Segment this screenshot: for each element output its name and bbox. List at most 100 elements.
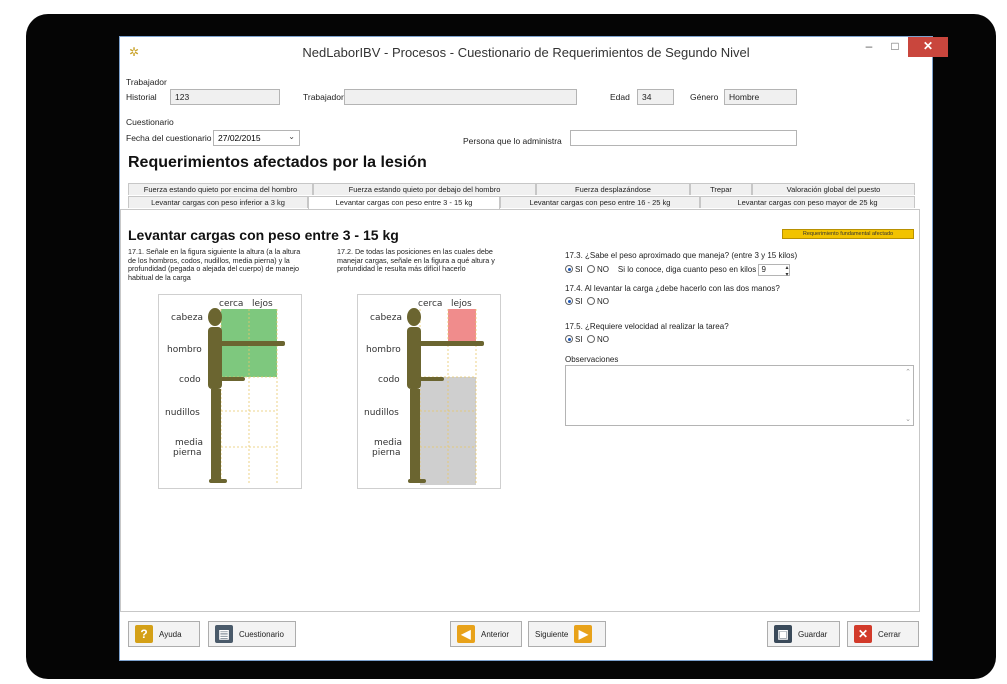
- label-lejos: lejos: [252, 299, 273, 309]
- q5-answer-row: SI NO: [565, 335, 609, 344]
- title-bar: ✲ NedLaborIBV - Procesos - Cuestionario …: [120, 37, 948, 67]
- tab-fuerza-desplazandose[interactable]: Fuerza desplazándose: [536, 183, 690, 195]
- guardar-label: Guardar: [798, 629, 828, 639]
- help-icon: ?: [135, 625, 153, 643]
- q4-no-radio[interactable]: [587, 297, 596, 305]
- highlight-cell[interactable]: [448, 309, 476, 343]
- anterior-button[interactable]: ◀ Anterior: [450, 621, 522, 647]
- question-17-1: 17.1. Señale en la figura siguiente la a…: [128, 247, 301, 282]
- anterior-label: Anterior: [481, 629, 510, 639]
- level-media: media: [175, 438, 203, 448]
- q3-si-radio[interactable]: [565, 265, 573, 274]
- edad-label: Edad: [610, 92, 630, 102]
- tab-inferior-3kg[interactable]: Levantar cargas con peso inferior a 3 kg: [128, 196, 308, 208]
- q3-no-label: NO: [597, 265, 610, 275]
- question-17-4: 17.4. Al levantar la carga ¿debe hacerlo…: [565, 284, 780, 293]
- fecha-label: Fecha del cuestionario: [126, 133, 212, 143]
- tab-fuerza-debajo[interactable]: Fuerza estando quieto por debajo del hom…: [313, 183, 536, 195]
- level-hombro: hombro: [167, 345, 202, 355]
- label-cerca: cerca: [418, 299, 442, 309]
- trabajador-label: Trabajador: [303, 92, 344, 102]
- siguiente-label: Siguiente: [535, 629, 569, 639]
- tab-entre-16-25kg[interactable]: Levantar cargas con peso entre 16 - 25 k…: [500, 196, 700, 208]
- q3-no-radio[interactable]: [587, 265, 596, 274]
- tab-mayor-25kg[interactable]: Levantar cargas con peso mayor de 25 kg: [700, 196, 915, 208]
- trabajador-group-label: Trabajador: [126, 77, 167, 87]
- trabajador-field[interactable]: [344, 89, 577, 105]
- cuestionario-button[interactable]: ▤ Cuestionario: [208, 621, 296, 647]
- scroll-up-icon[interactable]: ⌃: [905, 368, 911, 376]
- cerrar-label: Cerrar: [878, 629, 901, 639]
- q3-si-label: SI: [575, 265, 583, 275]
- q4-answer-row: SI NO: [565, 297, 609, 306]
- cuestionario-group-label: Cuestionario: [126, 117, 174, 127]
- question-17-5: 17.5. ¿Requiere velocidad al realizar la…: [565, 322, 729, 331]
- siguiente-button[interactable]: Siguiente ▶: [528, 621, 606, 647]
- historial-label: Historial: [126, 92, 157, 102]
- level-media: media: [374, 438, 402, 448]
- cerrar-button[interactable]: ✕ Cerrar: [847, 621, 919, 647]
- level-pierna: pierna: [372, 448, 401, 458]
- historial-field[interactable]: 123: [170, 89, 280, 105]
- minimize-button[interactable]: –: [856, 37, 882, 57]
- scroll-down-icon[interactable]: ⌄: [905, 415, 911, 423]
- q3-answer-row: SI NO Si lo conoce, diga cuanto peso en …: [565, 264, 791, 278]
- q5-si-label: SI: [575, 335, 583, 344]
- genero-field[interactable]: Hombre: [724, 89, 797, 105]
- panel-title: Levantar cargas con peso entre 3 - 15 kg: [128, 227, 399, 243]
- guardar-button[interactable]: ▣ Guardar: [767, 621, 840, 647]
- close-window-button[interactable]: ✕: [908, 37, 948, 57]
- ayuda-label: Ayuda: [159, 629, 182, 639]
- tabs-row-2: Levantar cargas con peso inferior a 3 kg…: [128, 196, 915, 209]
- edad-field[interactable]: 34: [637, 89, 674, 105]
- ayuda-button[interactable]: ? Ayuda: [128, 621, 200, 647]
- level-codo: codo: [378, 375, 400, 385]
- kilos-stepper[interactable]: 9 ▴ ▾: [758, 264, 791, 278]
- body-figure-habitual[interactable]: cabeza hombro codo nudillos media pierna…: [158, 294, 302, 489]
- chevron-down-icon: ⌄: [288, 132, 295, 141]
- level-codo: codo: [179, 375, 201, 385]
- level-pierna: pierna: [173, 448, 202, 458]
- observaciones-label: Observaciones: [565, 355, 619, 364]
- tab-valoracion-global[interactable]: Valoración global del puesto: [752, 183, 915, 195]
- level-hombro: hombro: [366, 345, 401, 355]
- arrow-right-icon: ▶: [574, 625, 593, 643]
- q4-no-label: NO: [597, 297, 610, 306]
- genero-label: Género: [690, 92, 719, 102]
- label-lejos: lejos: [451, 299, 472, 309]
- q5-no-radio[interactable]: [587, 335, 596, 343]
- cuestionario-label: Cuestionario: [239, 629, 284, 639]
- observaciones-textarea[interactable]: ⌃ ⌄: [565, 365, 914, 426]
- tab-trepar[interactable]: Trepar: [690, 183, 752, 195]
- stepper-arrows-icon: ▴ ▾: [785, 265, 789, 278]
- persona-label: Persona que lo administra: [463, 136, 562, 146]
- question-17-2: 17.2. De todas las posiciones en las cua…: [337, 247, 495, 273]
- tab-entre-3-15kg[interactable]: Levantar cargas con peso entre 3 - 15 kg: [308, 196, 500, 209]
- q4-si-radio[interactable]: [565, 297, 573, 305]
- q4-si-label: SI: [575, 297, 583, 306]
- question-17-3: 17.3. ¿Sabe el peso aproximado que manej…: [565, 251, 798, 260]
- q3-hint: Si lo conoce, diga cuanto peso en kilos: [617, 265, 757, 275]
- window-title: NedLaborIBV - Procesos - Cuestionario de…: [302, 45, 750, 60]
- arrow-left-icon: ◀: [457, 625, 475, 643]
- body-figure-dificil[interactable]: cabeza hombro codo nudillos media pierna…: [357, 294, 501, 489]
- q5-si-radio[interactable]: [565, 335, 573, 343]
- level-cabeza: cabeza: [370, 313, 402, 323]
- q5-no-label: NO: [597, 335, 610, 344]
- level-nudillos: nudillos: [364, 408, 399, 418]
- tabs-row-1: Fuerza estando quieto por encima del hom…: [128, 183, 915, 195]
- maximize-button[interactable]: □: [882, 37, 908, 57]
- printer-icon: ▤: [215, 625, 233, 643]
- close-x-icon: ✕: [854, 625, 872, 643]
- fecha-date-picker[interactable]: 27/02/2015 ⌄: [213, 130, 300, 146]
- save-disk-icon: ▣: [774, 625, 792, 643]
- status-badge: Requerimiento fundamental afectado: [782, 229, 914, 239]
- persona-field[interactable]: [570, 130, 797, 146]
- section-title: Requerimientos afectados por la lesión: [128, 154, 427, 171]
- level-cabeza: cabeza: [171, 313, 203, 323]
- kilos-value: 9: [761, 265, 766, 274]
- label-cerca: cerca: [219, 299, 243, 309]
- tab-fuerza-encima[interactable]: Fuerza estando quieto por encima del hom…: [128, 183, 313, 195]
- fecha-value: 27/02/2015: [218, 133, 261, 143]
- level-nudillos: nudillos: [165, 408, 200, 418]
